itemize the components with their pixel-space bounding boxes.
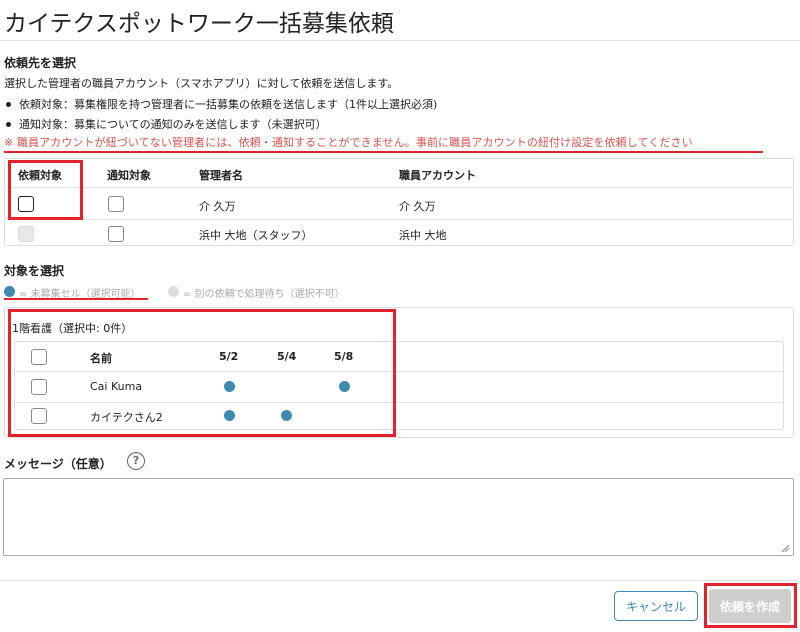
ward-panel-highlight [8, 309, 396, 437]
bullet-dot-icon [6, 121, 11, 127]
table-row-account: 介 久万 [399, 200, 436, 213]
message-heading: メッセージ（任意） [4, 457, 112, 471]
request-checkbox-row2-disabled [18, 226, 34, 242]
resize-handle-icon[interactable] [780, 543, 790, 553]
table-row-divider [5, 219, 793, 220]
table-row-manager: 浜中 大地（スタッフ） [199, 229, 313, 242]
recipient-description: 選択した管理者の職員アカウント（スマホアプリ）に対して依頼を送信します。 [4, 77, 399, 90]
manager-table: 依頼対象 通知対象 管理者名 職員アカウント 介 久万 介 久万 浜中 大地（ス… [4, 158, 794, 246]
bullet-dot-icon [6, 101, 11, 107]
cancel-button[interactable]: キャンセル [614, 591, 698, 621]
bullet-request: 依頼対象：募集権限を持つ管理者に一括募集の依頼を送信します（1件以上選択必須) [6, 96, 437, 112]
header-account: 職員アカウント [399, 169, 476, 182]
account-warning: ※ 職員アカウントが紐づいてない管理者には、依頼・通知することができません。事前… [4, 136, 693, 149]
footer-divider [0, 580, 800, 581]
header-manager: 管理者名 [199, 169, 243, 182]
create-button-highlight [704, 583, 797, 628]
table-row-account: 浜中 大地 [399, 229, 447, 242]
recipient-heading: 依頼先を選択 [4, 56, 77, 70]
table-header-divider [5, 187, 793, 188]
notify-checkbox-row2[interactable] [108, 226, 124, 242]
bullet-notify: 通知対象：募集についての通知のみを送信します（未選択可） [6, 116, 327, 132]
warning-highlight-underline [4, 151, 763, 153]
message-input[interactable] [3, 478, 794, 556]
target-heading: 対象を選択 [4, 264, 65, 278]
request-column-highlight [8, 160, 83, 220]
pending-cell-legend-icon [168, 286, 179, 297]
title-divider [0, 40, 800, 41]
page-title: カイテクスポットワーク一括募集依頼 [4, 11, 394, 37]
header-notify: 通知対象 [107, 169, 151, 182]
open-cell-legend-icon [4, 286, 15, 297]
help-icon[interactable]: ? [127, 452, 145, 470]
notify-checkbox-row1[interactable] [108, 196, 124, 212]
legend-highlight-underline [4, 298, 148, 300]
table-row-manager: 介 久万 [199, 200, 236, 213]
pending-cell-legend: = 別の依頼で処理待ち（選択不可） [183, 289, 345, 300]
